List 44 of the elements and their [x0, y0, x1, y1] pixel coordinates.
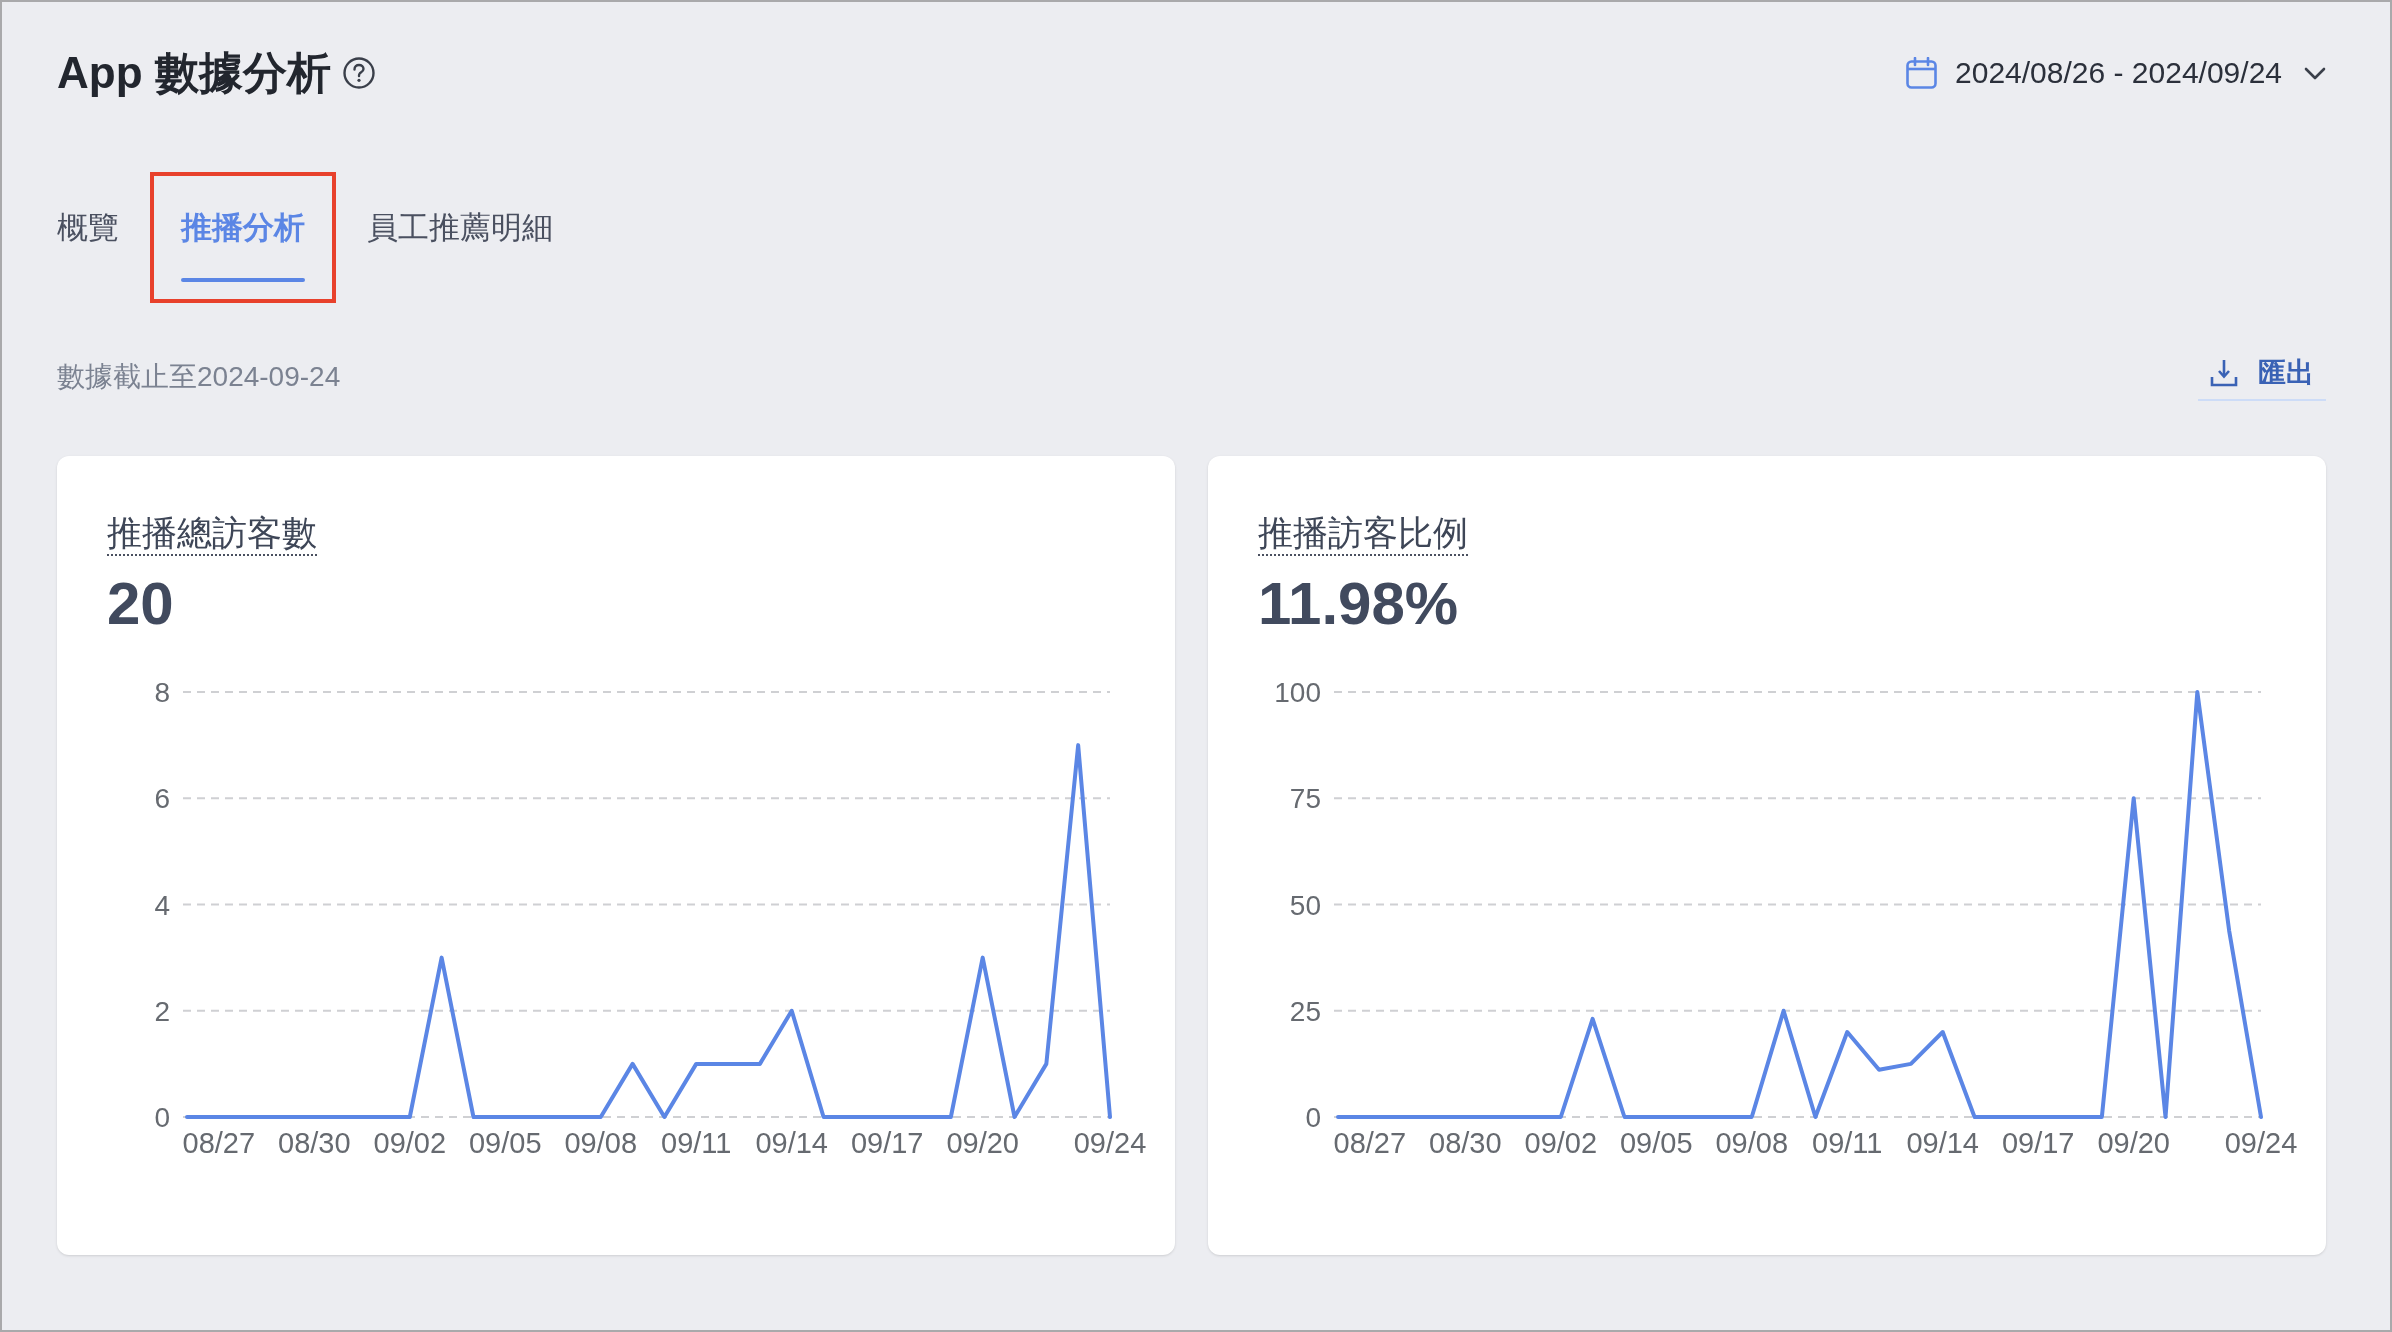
- tab[interactable]: 員工推薦明細: [336, 172, 584, 303]
- y-axis-label: 4: [154, 889, 170, 921]
- x-axis-label: 09/14: [755, 1127, 828, 1159]
- calendar-icon: [1906, 57, 1938, 89]
- x-axis-label: 09/17: [850, 1127, 924, 1159]
- x-axis-label: 09/14: [1906, 1127, 1979, 1159]
- x-axis-label: 09/24: [2224, 1127, 2298, 1159]
- y-axis-label: 50: [1289, 889, 1321, 921]
- x-axis-label: 09/11: [661, 1127, 732, 1159]
- y-axis-label: 100: [1274, 677, 1321, 708]
- x-axis-label: 09/02: [373, 1127, 447, 1159]
- x-axis-label: 09/11: [1812, 1127, 1883, 1159]
- x-axis-label: 09/05: [1620, 1127, 1693, 1159]
- x-axis-label: 09/08: [1715, 1127, 1789, 1159]
- date-range-picker[interactable]: 2024/08/26 - 2024/09/24: [1906, 53, 2326, 93]
- y-axis-label: 2: [154, 995, 170, 1027]
- download-icon: [2210, 359, 2238, 387]
- x-axis-label: 08/30: [278, 1127, 351, 1159]
- x-axis-label: 09/20: [2097, 1127, 2170, 1159]
- y-axis-label: 0: [154, 1102, 170, 1133]
- y-axis-label: 75: [1289, 783, 1321, 815]
- y-axis-label: 0: [1305, 1102, 1321, 1133]
- metric-value: 20: [107, 570, 174, 638]
- x-axis-label: 09/24: [1073, 1127, 1147, 1159]
- x-axis-label: 09/05: [469, 1127, 542, 1159]
- y-axis-label: 6: [154, 783, 170, 815]
- y-axis-label: 25: [1289, 995, 1321, 1027]
- x-axis-label: 09/02: [1524, 1127, 1598, 1159]
- data-cutoff-note: 數據截止至2024-09-24: [57, 360, 341, 394]
- x-axis-label: 09/17: [2001, 1127, 2075, 1159]
- chevron-down-icon: [2304, 66, 2326, 80]
- card-title: 推播訪客比例: [1258, 512, 1468, 556]
- page-title: App 數據分析: [57, 47, 331, 99]
- export-button[interactable]: 匯出: [2198, 353, 2326, 401]
- help-icon[interactable]: [342, 57, 375, 89]
- y-axis-label: 8: [154, 677, 170, 708]
- x-axis-label: 09/08: [564, 1127, 638, 1159]
- metric-value: 11.98%: [1258, 570, 1459, 638]
- tab[interactable]: 概覽: [26, 172, 150, 303]
- x-axis-label: 08/27: [182, 1127, 256, 1159]
- x-axis-label: 08/30: [1429, 1127, 1502, 1159]
- x-axis-label: 08/27: [1333, 1127, 1407, 1159]
- card-title: 推播總訪客數: [107, 512, 317, 556]
- x-axis-label: 09/20: [946, 1127, 1019, 1159]
